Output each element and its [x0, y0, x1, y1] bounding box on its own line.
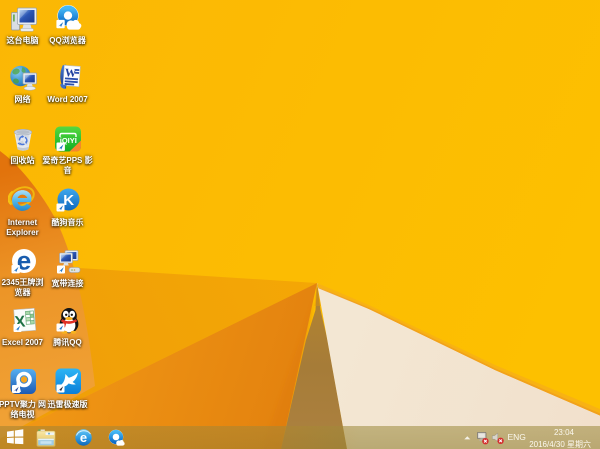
- svg-text:K: K: [63, 192, 74, 209]
- svg-text:e: e: [79, 430, 86, 445]
